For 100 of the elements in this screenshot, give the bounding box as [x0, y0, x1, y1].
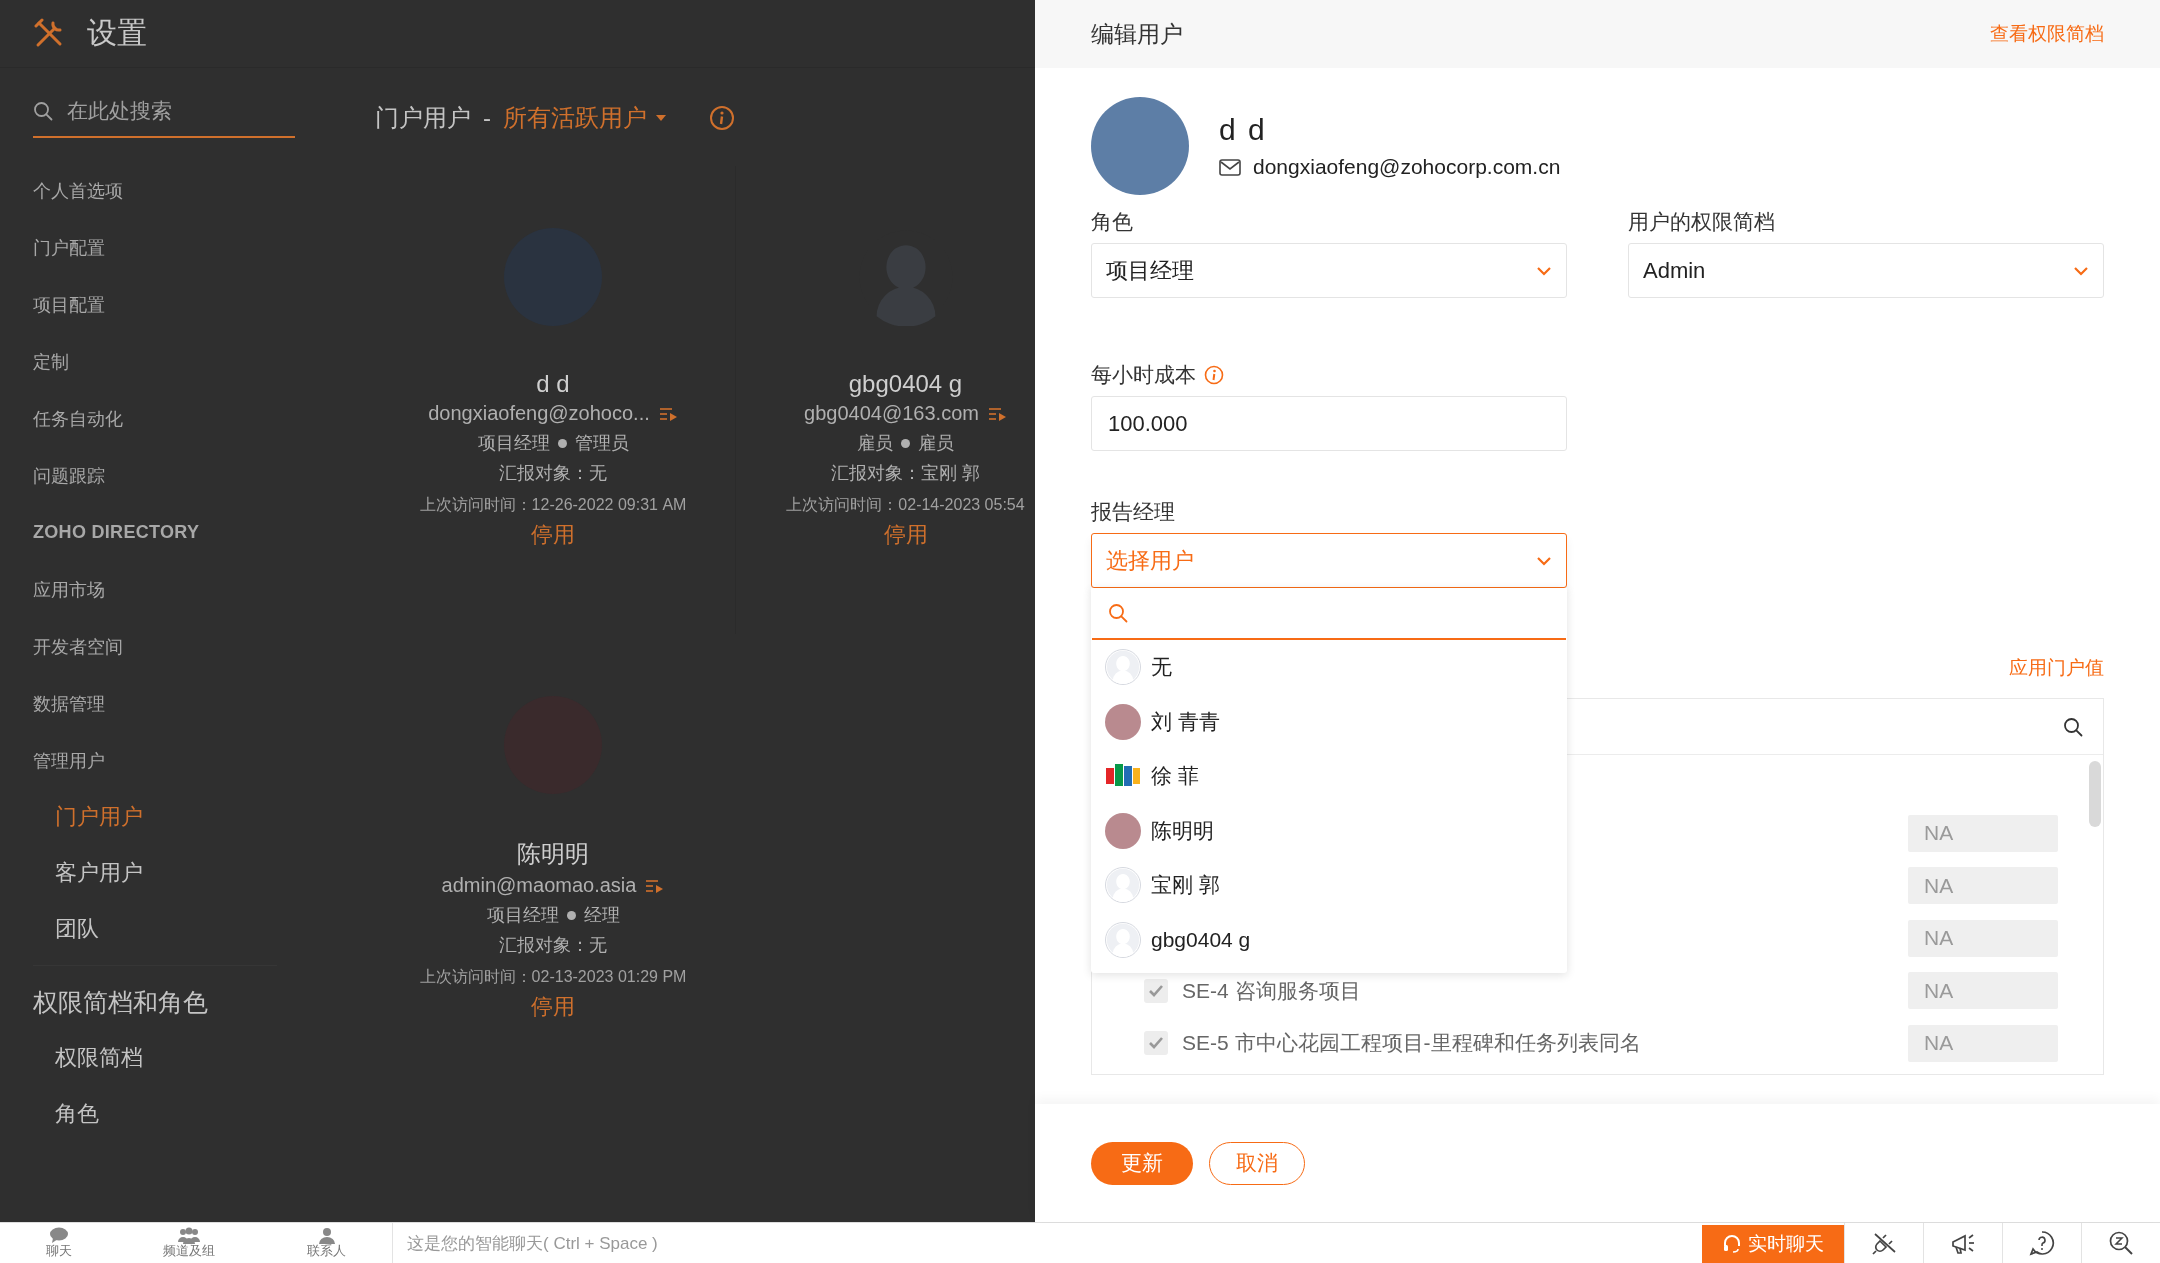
checkbox[interactable] [1144, 1031, 1168, 1056]
info-icon[interactable] [1204, 365, 1224, 385]
user-option[interactable]: 无 [1091, 640, 1567, 695]
headset-icon [1722, 1234, 1742, 1254]
user-name: d d [536, 370, 570, 398]
deactivate-link[interactable]: 停用 [531, 992, 575, 1022]
last-visit: 上次访问时间：02-13-2023 01:29 PM [419, 967, 687, 987]
avatar-silhouette-icon [1105, 867, 1141, 904]
field-label: 每小时成本 [1091, 362, 1196, 388]
scrollbar-thumb[interactable] [2089, 761, 2101, 827]
search-icon [33, 101, 53, 121]
user-profile: 经理 [583, 904, 620, 927]
filter-dropdown[interactable]: 所有活跃用户 [503, 102, 667, 134]
user-profile: 雇员 [918, 432, 954, 455]
sidebar-item[interactable]: 应用市场 [33, 577, 105, 602]
sidebar-subitem[interactable]: 角色 [55, 1099, 99, 1129]
reports-to: 汇报对象：无 [499, 934, 607, 957]
user-email: dongxiaofeng@zohoco... [428, 402, 650, 425]
panel-title: 编辑用户 [1091, 19, 1183, 49]
sidebar-item[interactable]: 问题跟踪 [33, 463, 105, 488]
settings-title: 设置 [87, 15, 147, 51]
zoom-search-icon[interactable] [2108, 1230, 2134, 1256]
sidebar-item[interactable]: 定制 [33, 349, 69, 374]
chat-bubble-icon [48, 1227, 69, 1245]
avatar-silhouette-icon [1105, 649, 1141, 686]
group-icon [177, 1227, 202, 1245]
info-icon[interactable] [709, 105, 735, 131]
user-email: admin@maomao.asia [441, 874, 637, 897]
list-play-icon[interactable] [988, 406, 1007, 421]
reports-to: 汇报对象：无 [499, 462, 607, 485]
user-role: 雇员 [857, 432, 893, 455]
sidebar-item[interactable]: 开发者空间 [33, 634, 123, 659]
smart-chat-hint[interactable]: 这是您的智能聊天( Ctrl + Space ) [407, 1231, 658, 1255]
user-name: gbg0404 g [848, 370, 963, 398]
user-name: d d [1219, 113, 1268, 147]
apply-portal-value-link[interactable]: 应用门户值 [2009, 655, 2104, 681]
person-icon [317, 1227, 336, 1245]
live-chat-button[interactable]: 实时聊天 [1702, 1225, 1844, 1263]
avatar-silhouette-icon [1105, 921, 1141, 958]
page-title: 门户用户 [375, 103, 471, 133]
sidebar-subitem[interactable]: 门户用户 [55, 802, 143, 832]
chevron-down-icon [2073, 265, 2089, 276]
cancel-button[interactable]: 取消 [1209, 1141, 1305, 1185]
sidebar-subitem[interactable]: 团队 [55, 914, 99, 944]
user-option[interactable]: 陈明明 [1091, 803, 1567, 858]
sidebar-item[interactable]: 管理用户 [33, 748, 105, 773]
list-play-icon[interactable] [646, 878, 665, 893]
sidebar-subitem[interactable]: 权限简档 [55, 1043, 143, 1073]
separator-dot [566, 910, 576, 920]
user-role: 项目经理 [486, 904, 559, 927]
user-option[interactable]: 宝刚 郭 [1091, 858, 1567, 913]
deactivate-link[interactable]: 停用 [883, 520, 928, 550]
user-profile: 管理员 [574, 432, 629, 455]
bottom-tab[interactable]: 聊天 [45, 1223, 72, 1263]
sidebar-subitem[interactable]: 客户用户 [55, 858, 143, 888]
sidebar-item[interactable]: 个人首选项 [33, 178, 123, 203]
update-button[interactable]: 更新 [1091, 1141, 1193, 1185]
plug-icon[interactable] [1871, 1230, 1897, 1256]
sidebar-item[interactable]: 任务自动化 [33, 406, 123, 431]
profile-select[interactable]: Admin [1628, 243, 2104, 298]
user-name: 陈明明 [517, 839, 589, 869]
check-icon [1148, 983, 1164, 998]
breadcrumb-separator: - [483, 104, 491, 132]
user-role: 项目经理 [477, 432, 550, 455]
sidebar-item[interactable]: 数据管理 [33, 691, 105, 716]
field-label: 报告经理 [1091, 499, 1175, 525]
caret-icon [655, 114, 667, 122]
avatar-photo-placeholder [1105, 703, 1141, 740]
search-field[interactable]: 在此处搜索 [65, 98, 289, 124]
user-email: dongxiaofeng@zohocorp.com.cn [1253, 155, 1561, 179]
reports-to: 汇报对象：宝刚 郭 [831, 462, 980, 485]
user-email: gbg0404@163.com [804, 402, 979, 425]
user-option[interactable]: 徐 菲 [1091, 749, 1567, 804]
user-option[interactable]: 刘 青青 [1091, 694, 1567, 749]
sidebar-item[interactable]: 门户配置 [33, 235, 105, 260]
search-icon [2063, 716, 2083, 737]
checkbox[interactable] [1144, 978, 1168, 1003]
last-visit: 上次访问时间：12-26-2022 09:31 AM [419, 495, 687, 515]
separator-dot [557, 438, 567, 448]
field-label: 角色 [1091, 209, 1133, 235]
project-name: SE-4 咨询服务项目 [1182, 977, 1361, 1004]
sidebar-item[interactable]: 项目配置 [33, 292, 105, 317]
help-icon[interactable] [2029, 1230, 2055, 1256]
search-icon [1108, 603, 1128, 623]
sidebar-item[interactable]: ZOHO DIRECTORY [33, 522, 200, 543]
role-select[interactable]: 项目经理 [1091, 243, 1567, 298]
project-name: SE-5 市中心花园工程项目-里程碑和任务列表同名 [1182, 1030, 1641, 1057]
separator-dot [901, 438, 910, 448]
last-visit: 上次访问时间：02-14-2023 05:54 [786, 495, 1025, 515]
list-play-icon[interactable] [659, 406, 678, 421]
hourly-cost-field[interactable]: 100.000 [1091, 396, 1567, 451]
sidebar-section-title: 权限简档和角色 [33, 986, 208, 1018]
manager-select[interactable]: 选择用户 [1091, 533, 1567, 588]
bottom-tab[interactable]: 频道及组 [163, 1223, 216, 1263]
avatar-photo-placeholder [1105, 812, 1141, 849]
bottom-tab[interactable]: 联系人 [307, 1223, 347, 1263]
user-option[interactable]: gbg0404 g [1091, 912, 1567, 967]
deactivate-link[interactable]: 停用 [531, 520, 575, 550]
check-icon [1148, 1036, 1164, 1051]
chevron-down-icon [1536, 555, 1552, 566]
